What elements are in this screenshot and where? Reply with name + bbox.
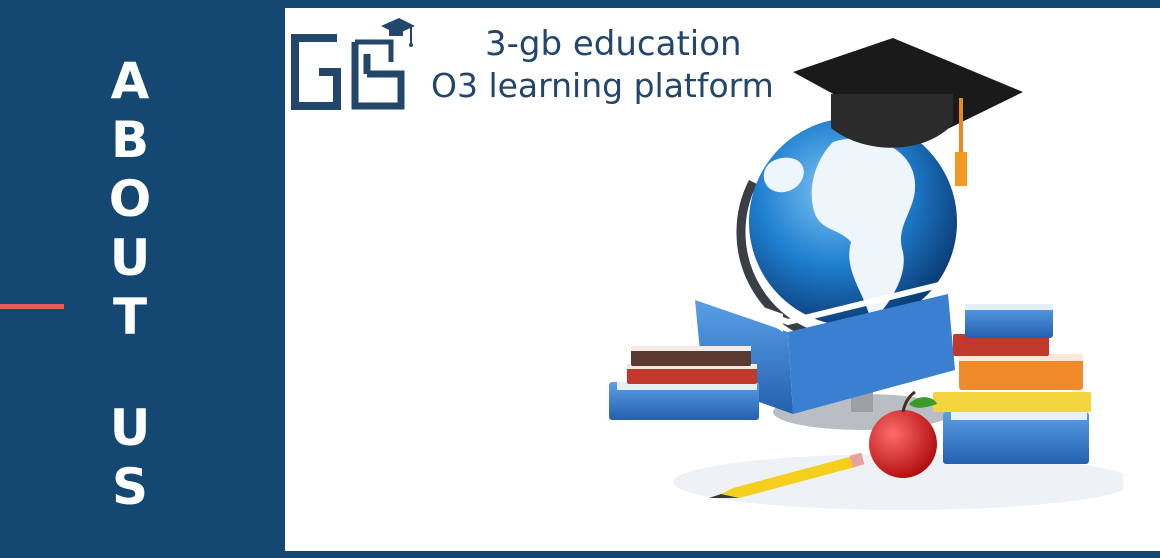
title-letter: U — [109, 229, 151, 287]
education-illustration-icon — [609, 38, 1123, 510]
title-letter: T — [112, 288, 148, 346]
title-letter: B — [110, 111, 150, 169]
sidebar: A B O U T U S — [0, 0, 285, 558]
title-letter: A — [110, 52, 150, 110]
accent-divider — [0, 304, 64, 309]
gb-logo-icon — [291, 18, 415, 110]
content-panel: 3-gb education O3 learning platform — [285, 8, 1160, 551]
title-letter: O — [108, 170, 152, 228]
about-us-vertical-title: A B O U T U S — [95, 52, 165, 517]
title-letter: U — [109, 399, 151, 457]
title-letter: S — [111, 458, 148, 516]
